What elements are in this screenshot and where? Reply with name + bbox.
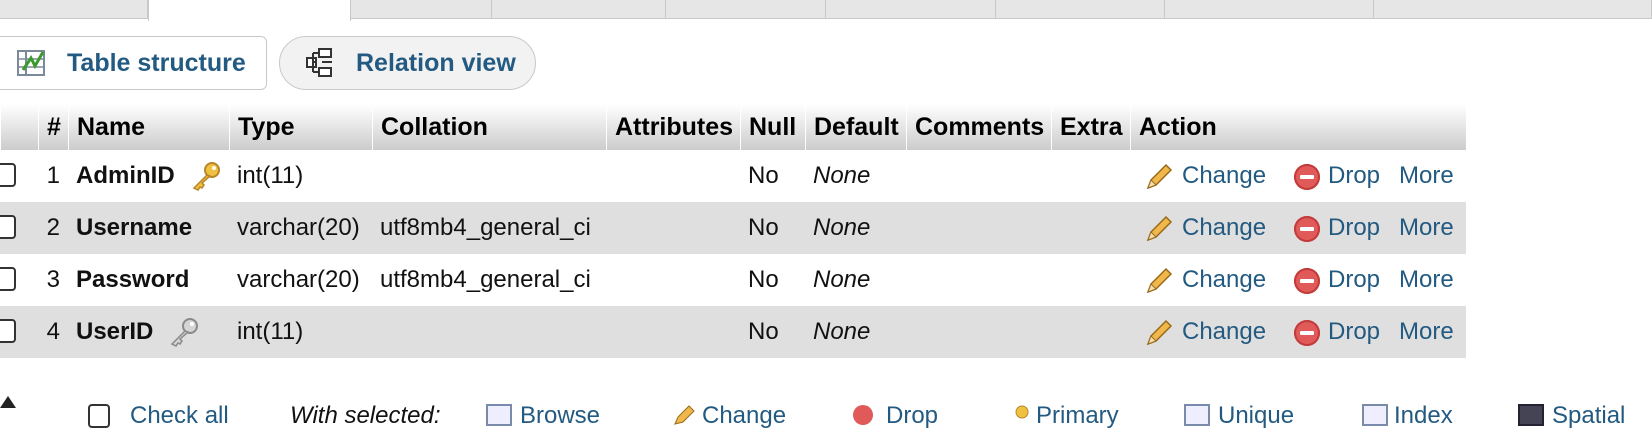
header-extra[interactable]: Extra: [1051, 104, 1130, 150]
row-checkbox[interactable]: [0, 163, 16, 187]
table-structure-button[interactable]: Table structure: [0, 36, 267, 90]
header-num[interactable]: #: [38, 104, 68, 150]
column-collation: utf8mb4_general_ci: [380, 214, 591, 241]
drop-link[interactable]: Drop: [1328, 306, 1380, 358]
column-default: None: [813, 318, 871, 345]
tab[interactable]: [0, 0, 148, 19]
pencil-icon[interactable]: [1144, 214, 1174, 244]
column-name: Password: [76, 266, 190, 293]
pencil-icon[interactable]: [1144, 266, 1174, 296]
relation-view-button[interactable]: Relation view: [279, 36, 536, 90]
arrow-up-icon: [0, 396, 16, 408]
column-null: No: [748, 214, 779, 241]
browse-link[interactable]: Browse: [520, 402, 600, 430]
column-type: varchar(20): [237, 266, 360, 293]
drop-link[interactable]: Drop: [1328, 202, 1380, 254]
browse-icon: [486, 404, 512, 426]
row-checkbox[interactable]: [0, 267, 16, 291]
column-default: None: [813, 162, 871, 189]
change-link[interactable]: Change: [1182, 150, 1266, 202]
primary-link[interactable]: Primary: [1036, 402, 1119, 430]
more-dropdown[interactable]: More: [1399, 254, 1454, 306]
header-type[interactable]: Type: [229, 104, 372, 150]
relation-view-icon: [306, 48, 336, 78]
table-header: # Name Type Collation Attributes Null De…: [0, 104, 1466, 150]
relation-view-label: Relation view: [356, 48, 516, 77]
drop-icon: [853, 405, 873, 425]
column-null: No: [748, 266, 779, 293]
tab[interactable]: [1165, 0, 1374, 19]
unique-link[interactable]: Unique: [1218, 402, 1294, 430]
bulk-action-bar: Check all With selected: Browse Change D…: [0, 396, 1652, 432]
row-number: 3: [46, 266, 60, 293]
table-structure-icon: [17, 48, 47, 78]
header-action: Action: [1130, 104, 1466, 150]
row-number: 2: [46, 214, 60, 241]
tab[interactable]: [996, 0, 1165, 19]
more-dropdown[interactable]: More: [1399, 306, 1454, 358]
pencil-icon: [674, 405, 695, 425]
header-null[interactable]: Null: [740, 104, 805, 150]
change-selected-link[interactable]: Change: [702, 402, 786, 430]
column-collation: utf8mb4_general_ci: [380, 266, 591, 293]
tab[interactable]: [826, 0, 996, 19]
column-type: varchar(20): [237, 214, 360, 241]
change-link[interactable]: Change: [1182, 202, 1266, 254]
index-key-icon: [170, 318, 198, 347]
row-number: 4: [46, 318, 60, 345]
drop-icon[interactable]: [1294, 216, 1320, 242]
with-selected-label: With selected:: [290, 402, 441, 429]
tab[interactable]: [666, 0, 826, 19]
more-dropdown[interactable]: More: [1399, 150, 1454, 202]
row-number: 1: [46, 162, 60, 189]
change-link[interactable]: Change: [1182, 306, 1266, 358]
table-row: 1 AdminID int(11) No None Change Drop Mo…: [0, 150, 1466, 202]
header-attributes[interactable]: Attributes: [606, 104, 740, 150]
drop-selected-link[interactable]: Drop: [886, 402, 938, 430]
tab-strip: [0, 0, 1652, 21]
drop-link[interactable]: Drop: [1328, 254, 1380, 306]
spatial-icon: [1518, 404, 1544, 426]
column-default: None: [813, 214, 871, 241]
header-collation[interactable]: Collation: [372, 104, 606, 150]
drop-link[interactable]: Drop: [1328, 150, 1380, 202]
index-icon: [1362, 404, 1388, 426]
check-all-checkbox[interactable]: [88, 404, 110, 428]
table-structure-label: Table structure: [67, 48, 246, 77]
column-null: No: [748, 162, 779, 189]
column-name: UserID: [76, 318, 154, 345]
unique-icon: [1184, 404, 1210, 426]
index-link[interactable]: Index: [1394, 402, 1453, 430]
drop-icon[interactable]: [1294, 320, 1320, 346]
pencil-icon[interactable]: [1144, 162, 1174, 192]
table-row: 3 Password varchar(20) utf8mb4_general_c…: [0, 254, 1466, 306]
check-all-label[interactable]: Check all: [130, 402, 229, 430]
primary-key-icon: [1015, 405, 1029, 419]
row-checkbox[interactable]: [0, 319, 16, 343]
drop-icon[interactable]: [1294, 164, 1320, 190]
column-type: int(11): [237, 318, 304, 345]
header-comments[interactable]: Comments: [906, 104, 1051, 150]
drop-icon[interactable]: [1294, 268, 1320, 294]
column-name: AdminID: [76, 162, 175, 189]
primary-key-icon: [192, 162, 220, 191]
header-name[interactable]: Name: [68, 104, 229, 150]
column-default: None: [813, 266, 871, 293]
column-name: Username: [76, 214, 193, 241]
change-link[interactable]: Change: [1182, 254, 1266, 306]
row-checkbox[interactable]: [0, 215, 16, 239]
more-dropdown[interactable]: More: [1399, 202, 1454, 254]
spatial-link[interactable]: Spatial: [1552, 402, 1625, 430]
tab-structure-active[interactable]: [148, 0, 351, 21]
column-type: int(11): [237, 162, 304, 189]
column-null: No: [748, 318, 779, 345]
table-row: 2 Username varchar(20) utf8mb4_general_c…: [0, 202, 1466, 254]
tab[interactable]: [492, 0, 666, 19]
table-row: 4 UserID int(11) No None Change Drop Mor…: [0, 306, 1466, 358]
tab[interactable]: [1374, 0, 1652, 19]
tab[interactable]: [351, 0, 492, 19]
header-select: [0, 104, 38, 150]
header-default[interactable]: Default: [805, 104, 906, 150]
pencil-icon[interactable]: [1144, 318, 1174, 348]
